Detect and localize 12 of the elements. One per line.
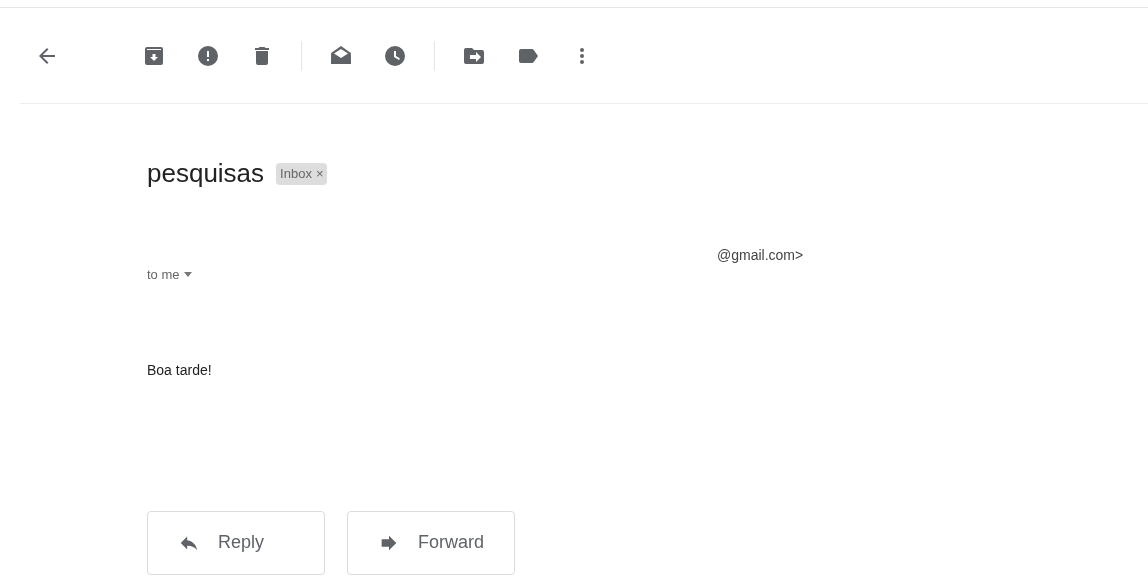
reply-button[interactable]: Reply <box>147 510 325 575</box>
email-subject: pesquisas <box>147 157 265 190</box>
more-icon <box>580 47 584 64</box>
sender-email: @gmail.com> <box>717 247 804 263</box>
alert-icon <box>196 43 220 68</box>
clock-icon <box>383 43 407 68</box>
caret-icon <box>183 272 192 278</box>
inbox-label-chip[interactable]: Inbox × <box>276 162 328 185</box>
recipient-dropdown[interactable]: to me <box>147 265 1148 285</box>
remove-label-button[interactable]: × <box>315 163 324 184</box>
message-body: Boa tarde! <box>147 360 213 380</box>
forward-button[interactable]: Forward <box>347 510 515 575</box>
